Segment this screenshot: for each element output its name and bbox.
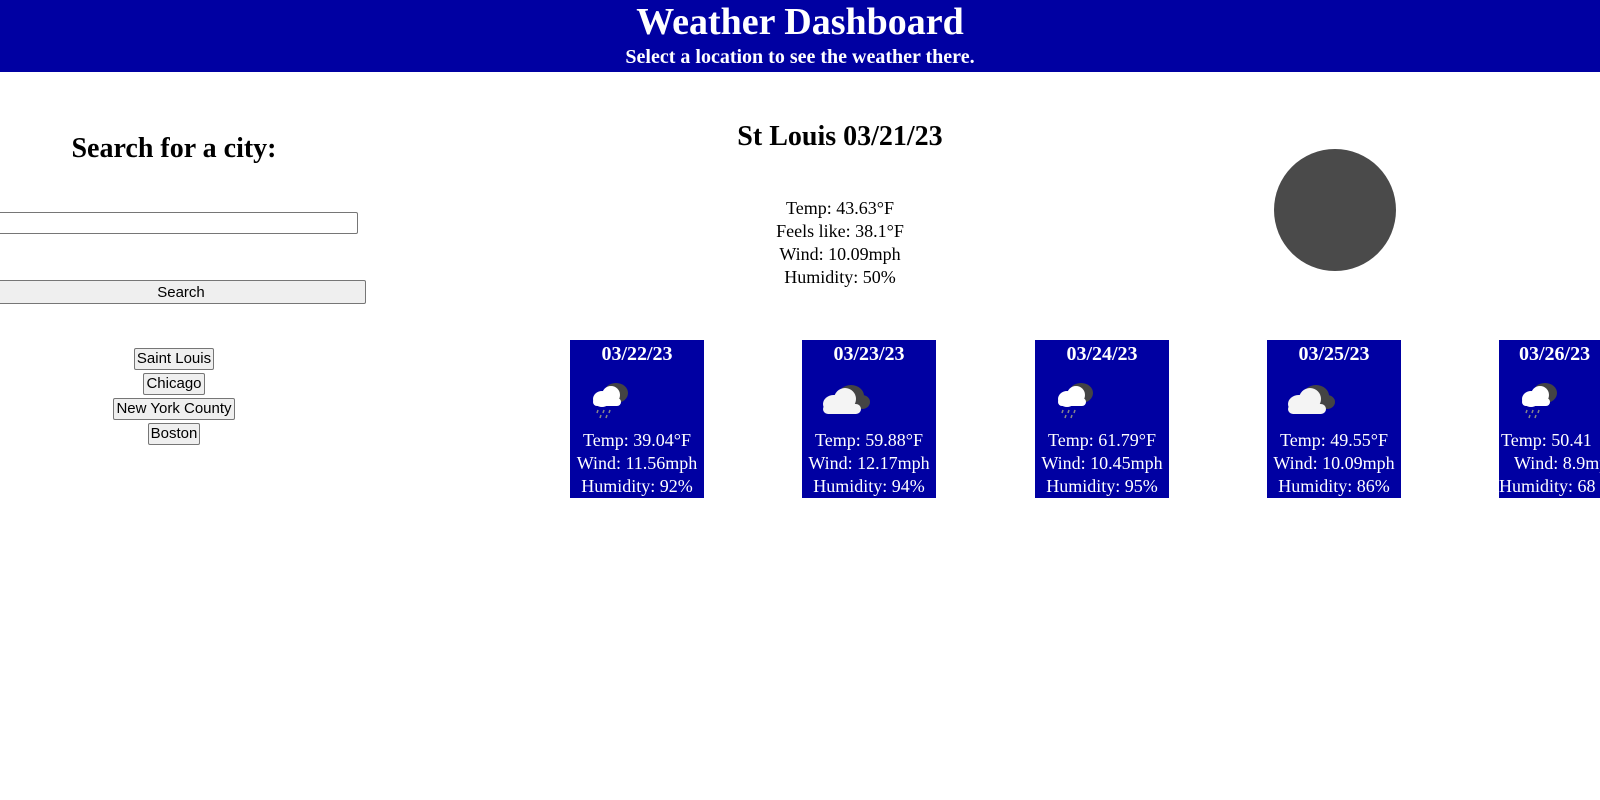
forecast-date: 03/24/23 bbox=[1066, 343, 1138, 365]
forecast-temp: Temp: 49.55°F bbox=[1280, 430, 1388, 450]
overcast-cloud-icon bbox=[823, 385, 870, 414]
page-subtitle: Select a location to see the weather the… bbox=[625, 46, 975, 68]
forecast-stats: Temp: 39.04°F Wind: 11.56mph Humidity: 9… bbox=[570, 429, 704, 498]
forecast-humidity: Humidity: 92% bbox=[581, 476, 693, 496]
forecast-date: 03/25/23 bbox=[1298, 343, 1370, 365]
current-wind: Wind: 10.09mph bbox=[779, 244, 901, 264]
current-stats: Temp: 43.63°F Feels like: 38.1°F Wind: 1… bbox=[640, 197, 1040, 289]
forecast-stats: Temp: 61.79°F Wind: 10.45mph Humidity: 9… bbox=[1035, 429, 1169, 498]
forecast-card: 03/23/23 Temp: 59.88°F Wind: 12.17mph Hu… bbox=[802, 340, 936, 498]
page-header: Weather Dashboard Select a location to s… bbox=[0, 0, 1600, 72]
search-button[interactable]: Search bbox=[0, 280, 366, 304]
forecast-temp: Temp: 50.41 bbox=[1501, 430, 1592, 450]
forecast-card: 03/24/23 Temp: 61.79°F Wind: 10.45mph Hu… bbox=[1035, 340, 1169, 498]
forecast-humidity: Humidity: 68 bbox=[1499, 476, 1596, 496]
forecast-wind: Wind: 8.9mp bbox=[1514, 453, 1600, 473]
search-heading: Search for a city: bbox=[71, 133, 277, 164]
city-search-input[interactable] bbox=[0, 212, 358, 234]
forecast-wind: Wind: 12.17mph bbox=[808, 453, 930, 473]
current-weather: St Louis 03/21/23 Temp: 43.63°F Feels li… bbox=[640, 120, 1040, 289]
forecast-wind: Wind: 11.56mph bbox=[576, 453, 698, 473]
forecast-temp: Temp: 39.04°F bbox=[583, 430, 691, 450]
forecast-card: 03/25/23 Temp: 49.55°F Wind: 10.09mph Hu… bbox=[1267, 340, 1401, 498]
forecast-date: 03/23/23 bbox=[833, 343, 905, 365]
forecast-humidity: Humidity: 95% bbox=[1046, 476, 1158, 496]
forecast-humidity: Humidity: 94% bbox=[813, 476, 925, 496]
forecast-row: 03/22/23 Temp: 39.04°F Wind: 11.56mph Hu… bbox=[0, 340, 1600, 500]
page-title: Weather Dashboard bbox=[636, 1, 964, 43]
forecast-card: 03/26/23 Temp: 50.41 Wind: 8.9mp Humidit… bbox=[1499, 340, 1600, 498]
forecast-stats: Temp: 59.88°F Wind: 12.17mph Humidity: 9… bbox=[802, 429, 936, 498]
forecast-card: 03/22/23 Temp: 39.04°F Wind: 11.56mph Hu… bbox=[570, 340, 704, 498]
forecast-wind: Wind: 10.09mph bbox=[1273, 453, 1395, 473]
forecast-wind: Wind: 10.45mph bbox=[1041, 453, 1163, 473]
forecast-stats: Temp: 50.41 Wind: 8.9mp Humidity: 68 bbox=[1499, 429, 1600, 498]
forecast-humidity: Humidity: 86% bbox=[1278, 476, 1390, 496]
forecast-date: 03/26/23 bbox=[1519, 343, 1591, 365]
current-city-date: St Louis 03/21/23 bbox=[737, 121, 943, 152]
forecast-temp: Temp: 61.79°F bbox=[1048, 430, 1156, 450]
rain-cloud-icon bbox=[593, 383, 628, 419]
current-weather-icon bbox=[1274, 149, 1396, 271]
forecast-date: 03/22/23 bbox=[601, 343, 673, 365]
current-temp: Temp: 43.63°F bbox=[786, 198, 894, 218]
overcast-cloud-icon bbox=[1288, 385, 1335, 414]
forecast-temp: Temp: 59.88°F bbox=[815, 430, 923, 450]
current-feels-like: Feels like: 38.1°F bbox=[776, 221, 904, 241]
current-humidity: Humidity: 50% bbox=[784, 267, 896, 287]
rain-cloud-icon bbox=[1058, 383, 1093, 419]
rain-cloud-icon bbox=[1522, 383, 1557, 419]
forecast-stats: Temp: 49.55°F Wind: 10.09mph Humidity: 8… bbox=[1267, 429, 1401, 498]
